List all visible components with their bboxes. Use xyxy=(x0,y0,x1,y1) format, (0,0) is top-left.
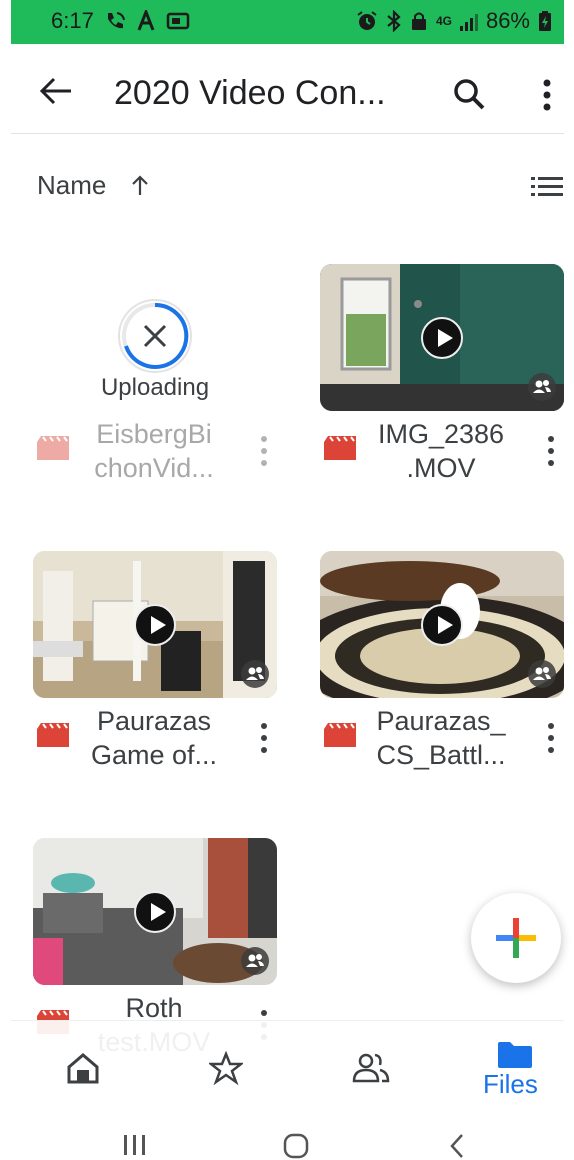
alarm-icon xyxy=(357,11,377,30)
status-time: 6:17 xyxy=(51,8,94,33)
status-bar: 6:17 4G 86% xyxy=(11,0,564,44)
home-icon[interactable] xyxy=(66,1051,100,1085)
nav-files-label[interactable]: Files xyxy=(483,1069,538,1100)
system-nav-bar xyxy=(0,1116,574,1160)
file-more-icon[interactable] xyxy=(545,721,557,755)
sort-label[interactable]: Name xyxy=(37,170,106,201)
recents-icon[interactable] xyxy=(122,1133,148,1157)
file-item[interactable]: Paurazas_ CS_Battl... xyxy=(320,551,570,781)
battery-charging-icon xyxy=(539,11,551,31)
arrow-up-icon[interactable] xyxy=(131,174,149,196)
app-bar: 2020 Video Con... xyxy=(11,44,564,134)
upload-progress xyxy=(117,298,193,374)
more-vert-icon[interactable] xyxy=(537,78,557,112)
arrow-back-icon[interactable] xyxy=(39,76,73,106)
shared-icon xyxy=(241,947,269,975)
play-icon xyxy=(421,316,463,359)
play-icon xyxy=(134,603,176,646)
plus-multicolor-icon xyxy=(496,918,536,958)
phone-wifi-icon xyxy=(107,12,125,29)
play-icon xyxy=(134,890,176,933)
file-item[interactable]: Roth test.MOV xyxy=(33,838,283,1057)
video-thumbnail[interactable] xyxy=(33,551,277,698)
battery-percent: 86% xyxy=(485,8,530,33)
list-view-icon[interactable] xyxy=(531,176,563,196)
file-item[interactable]: Uploading EisbergBi chonVid... xyxy=(33,264,283,494)
file-name: Paurazas Game of... xyxy=(90,706,218,770)
cancel-upload-icon[interactable] xyxy=(117,298,193,374)
video-thumbnail[interactable] xyxy=(33,838,277,985)
lte-icon: 4G xyxy=(435,14,452,28)
file-more-icon[interactable] xyxy=(258,434,270,468)
status-left: 6:17 xyxy=(51,8,190,34)
file-more-icon[interactable] xyxy=(258,721,270,755)
shared-icon xyxy=(528,373,556,401)
video-file-icon xyxy=(324,723,356,747)
video-file-icon xyxy=(324,436,356,460)
star-icon[interactable] xyxy=(209,1051,243,1085)
file-name: EisbergBi chonVid... xyxy=(94,419,214,483)
sort-row[interactable]: Name xyxy=(11,160,564,210)
video-thumbnail[interactable] xyxy=(320,264,564,411)
file-more-icon[interactable] xyxy=(545,434,557,468)
back-chevron-icon[interactable] xyxy=(447,1132,467,1160)
video-file-icon xyxy=(37,723,69,747)
lock-icon xyxy=(411,12,426,30)
file-name: IMG_2386 .MOV xyxy=(377,419,505,483)
bluetooth-icon xyxy=(387,10,401,32)
shared-icon xyxy=(241,660,269,688)
new-button[interactable] xyxy=(471,893,561,983)
home-circle-icon[interactable] xyxy=(282,1132,310,1160)
file-item[interactable]: Paurazas Game of... xyxy=(33,551,283,781)
a-icon xyxy=(137,10,155,31)
video-thumbnail[interactable] xyxy=(320,551,564,698)
shared-icon xyxy=(528,660,556,688)
video-file-icon xyxy=(37,436,69,460)
upload-status: Uploading xyxy=(100,374,210,401)
status-right: 4G 86% xyxy=(356,8,552,34)
file-item[interactable]: IMG_2386 .MOV xyxy=(320,264,570,494)
bottom-nav: Files xyxy=(11,1020,564,1116)
folder-icon[interactable] xyxy=(497,1041,533,1069)
play-icon xyxy=(421,603,463,646)
signal-icon xyxy=(459,11,478,31)
search-icon[interactable] xyxy=(453,78,487,112)
shared-people-icon[interactable] xyxy=(351,1051,391,1085)
file-name: Paurazas_ CS_Battl... xyxy=(376,706,506,770)
screen-icon xyxy=(166,12,190,30)
page-title: 2020 Video Con... xyxy=(114,74,386,112)
